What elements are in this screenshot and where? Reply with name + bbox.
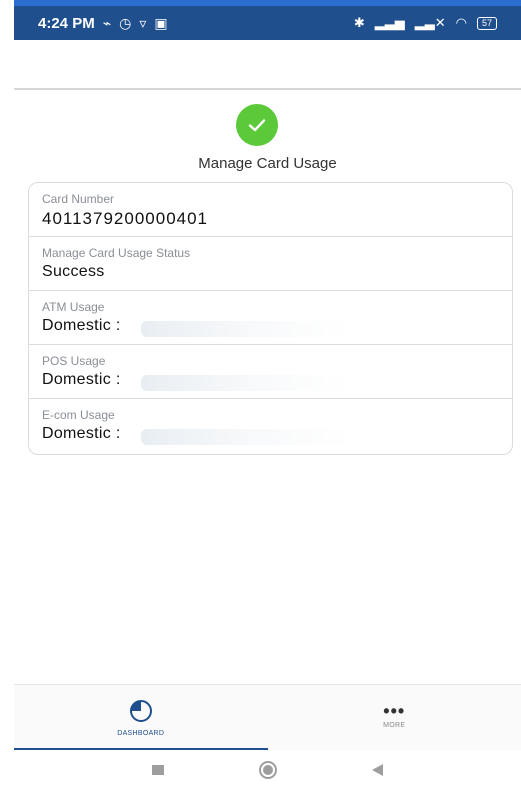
signal-2-icon: ▂▃✕ xyxy=(414,15,446,30)
signal-icon: ▂▃▅ xyxy=(374,15,405,30)
app-screen: 4:24 PM ⌁ ◷ ▿ ▣ ✱ ▂▃▅ ▂▃✕ ◠ 57 Manage Ca… xyxy=(14,0,521,789)
redacted-blur xyxy=(141,321,351,337)
bottom-nav: DASHBOARD ••• MORE xyxy=(14,684,521,750)
detail-label: POS Usage xyxy=(42,354,106,368)
mute-icon: ⌁ xyxy=(102,14,112,31)
tab-dashboard-label: DASHBOARD xyxy=(117,730,165,737)
details-card: Card Number 4011379200000401 Manage Card… xyxy=(28,182,513,455)
notification-icon: ▣ xyxy=(154,14,168,31)
app-header xyxy=(14,40,521,90)
detail-value: 4011379200000401 xyxy=(42,209,209,228)
status-time: 4:24 PM xyxy=(38,14,95,32)
detail-value: Success xyxy=(42,263,105,280)
success-check-icon xyxy=(236,104,278,146)
detail-label: E-com Usage xyxy=(42,408,115,422)
recents-button[interactable] xyxy=(152,764,164,775)
status-left-icons: ⌁ ◷ ▿ ▣ xyxy=(103,15,168,32)
home-button[interactable] xyxy=(259,760,277,779)
dashboard-pie-icon xyxy=(129,700,152,722)
status-bar: 4:24 PM ⌁ ◷ ▿ ▣ ✱ ▂▃▅ ▂▃✕ ◠ 57 xyxy=(14,0,521,40)
tab-more[interactable]: ••• MORE xyxy=(268,685,521,750)
data-saver-icon: ▿ xyxy=(139,14,147,31)
detail-label: ATM Usage xyxy=(42,300,105,314)
redacted-blur xyxy=(141,429,351,445)
detail-row-pos-usage: POS Usage Domestic : xyxy=(29,345,512,399)
detail-label: Manage Card Usage Status xyxy=(42,246,191,260)
bluetooth-icon: ✱ xyxy=(353,15,365,30)
alarm-icon: ◷ xyxy=(119,14,132,31)
detail-label: Card Number xyxy=(42,192,115,206)
more-dots-icon: ••• xyxy=(383,701,406,721)
detail-row-ecom-usage: E-com Usage Domestic : xyxy=(29,399,512,453)
battery-icon: 57 xyxy=(476,16,497,30)
tab-more-label: MORE xyxy=(383,722,406,729)
tab-dashboard[interactable]: DASHBOARD xyxy=(14,685,268,750)
detail-row-atm-usage: ATM Usage Domestic : xyxy=(29,291,512,345)
detail-row-card-number: Card Number 4011379200000401 xyxy=(29,183,512,237)
detail-row-status: Manage Card Usage Status Success xyxy=(29,237,512,291)
back-button[interactable] xyxy=(372,763,383,776)
status-right-icons: ✱ ▂▃▅ ▂▃✕ ◠ 57 xyxy=(354,15,497,31)
wifi-icon: ◠ xyxy=(455,15,467,30)
page-title: Manage Card Usage xyxy=(198,155,337,172)
system-nav-bar xyxy=(14,750,521,789)
redacted-blur xyxy=(141,375,351,391)
